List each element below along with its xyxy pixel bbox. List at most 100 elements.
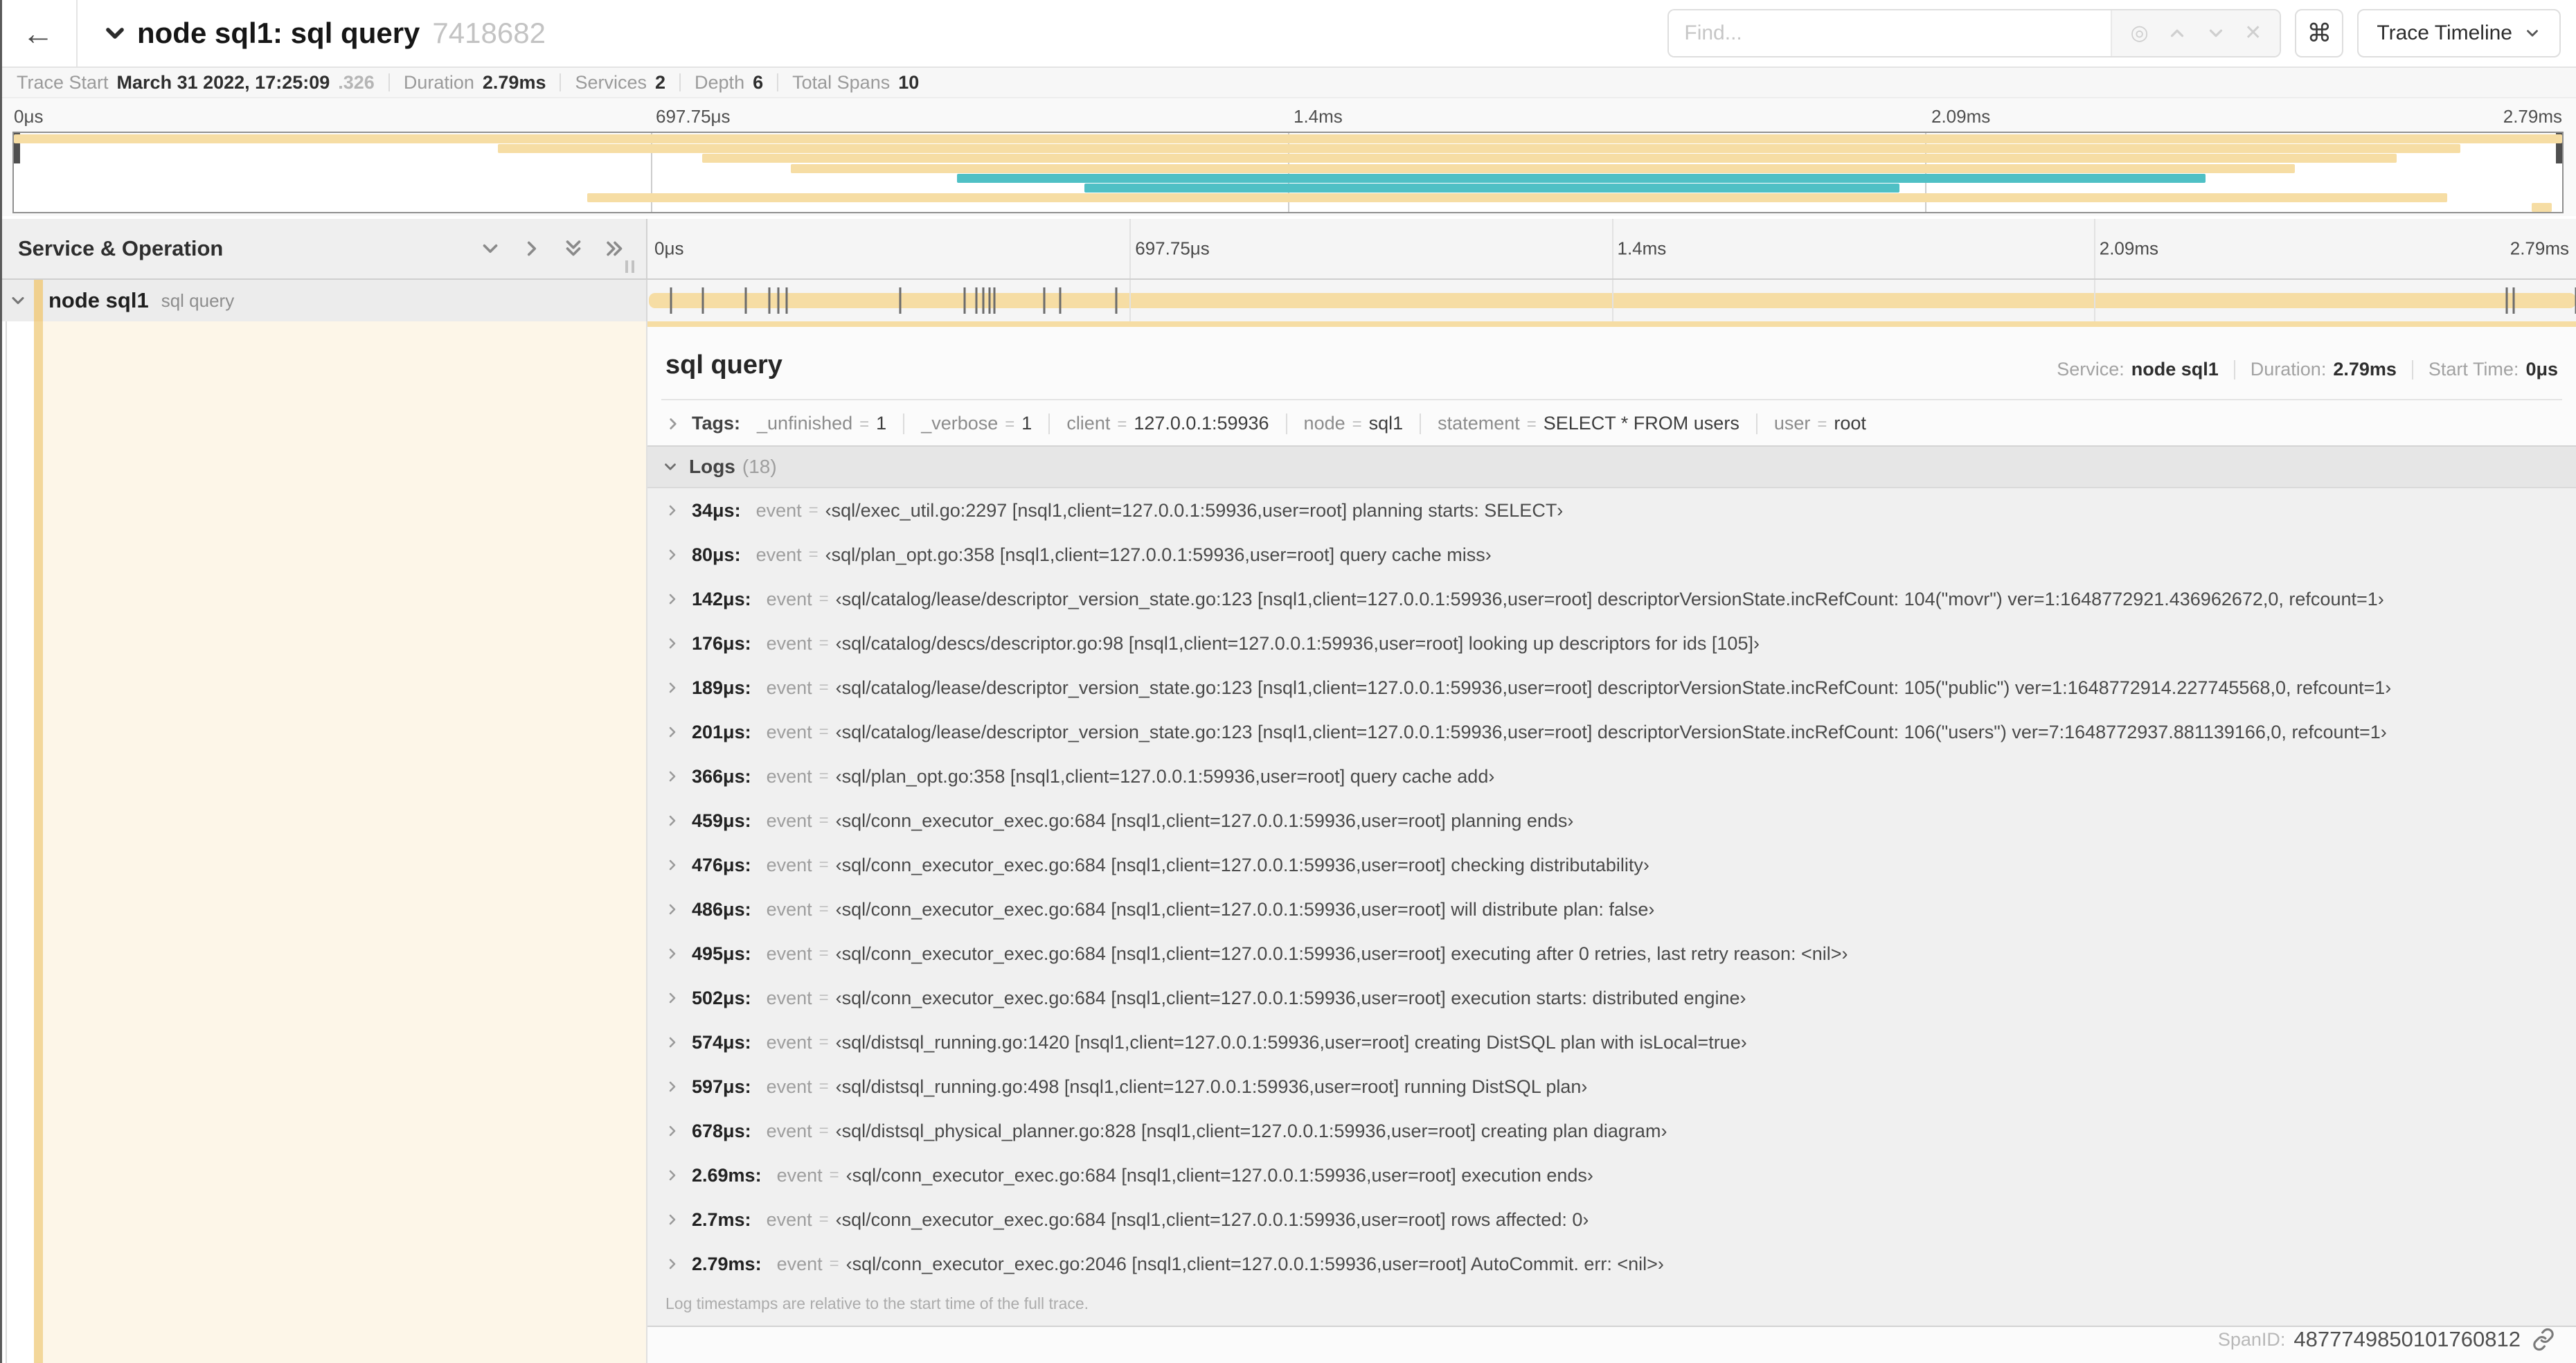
separator xyxy=(388,73,390,91)
log-row[interactable]: 201μs: event = ‹sql/catalog/lease/descripto… xyxy=(647,710,2576,754)
log-field-value: ‹sql/catalog/lease/descriptor_version_st… xyxy=(835,721,2387,742)
log-row[interactable]: 486μs: event = ‹sql/conn_executor_exec.go:6… xyxy=(647,887,2576,932)
span-service-name: node sql1 xyxy=(48,288,149,312)
tag-key: statement xyxy=(1438,413,1520,434)
log-field-key: event xyxy=(766,943,812,964)
log-marker-tick xyxy=(975,287,978,314)
log-timestamp: 459μs: xyxy=(692,810,751,831)
span-row-name-cell[interactable]: node sql1 sql query xyxy=(0,280,646,321)
detail-info-label: Duration: xyxy=(2250,359,2327,380)
timeline-minimap[interactable] xyxy=(12,132,2564,213)
trace-id: 7418682 xyxy=(432,17,546,49)
log-row[interactable]: 34μs: event = ‹sql/exec_util.go:2297 [nsql1… xyxy=(647,488,2576,533)
find-input[interactable] xyxy=(1669,10,2111,56)
locate-icon[interactable]: ◎ xyxy=(2131,23,2149,44)
log-row[interactable]: 2.79ms: event = ‹sql/conn_executor_exec.go:… xyxy=(647,1242,2576,1286)
log-row[interactable]: 678μs: event = ‹sql/distsql_physical_planne… xyxy=(647,1109,2576,1153)
back-button[interactable]: ← xyxy=(0,0,78,66)
log-timestamp: 176μs: xyxy=(692,632,751,654)
log-row[interactable]: 574μs: event = ‹sql/distsql_running.go:1420… xyxy=(647,1020,2576,1064)
meta-value: March 31 2022, 17:25:09 xyxy=(116,71,330,93)
column-resizer[interactable] xyxy=(625,260,634,273)
span-detail-panel: sql query Service: node sql1 Duration: 2.79… xyxy=(646,321,2576,1363)
ruler-tick-label: 0μs xyxy=(654,238,684,259)
log-marker-tick xyxy=(2505,287,2508,314)
link-icon[interactable] xyxy=(2532,1328,2555,1351)
log-timestamp: 189μs: xyxy=(692,677,751,698)
minimap-span-bar xyxy=(956,173,2206,183)
log-timestamp: 2.69ms: xyxy=(692,1164,762,1186)
find-prev-chevron-up-icon[interactable] xyxy=(2167,23,2188,44)
minimap-span-bar xyxy=(701,154,2397,163)
equals-sign: = xyxy=(819,1033,829,1051)
log-row[interactable]: 502μs: event = ‹sql/conn_executor_exec.go:6… xyxy=(647,976,2576,1020)
log-row[interactable]: 366μs: event = ‹sql/plan_opt.go:358 [nsql1,… xyxy=(647,754,2576,799)
equals-sign: = xyxy=(819,944,829,963)
clear-icon[interactable]: ✕ xyxy=(2244,23,2262,44)
ruler-tick-label: 1.4ms xyxy=(1294,106,1343,127)
tag-key: _verbose xyxy=(921,413,999,434)
separator xyxy=(679,73,681,91)
tag-key: user xyxy=(1773,413,1811,434)
tag-item: statement = SELECT * FROM users xyxy=(1438,413,1739,434)
chevron-right-icon xyxy=(669,1037,676,1048)
log-marker-tick xyxy=(2512,287,2515,314)
span-operation-name: sql query xyxy=(161,289,235,311)
span-collapse-chevron[interactable] xyxy=(8,291,28,310)
log-row[interactable]: 495μs: event = ‹sql/conn_executor_exec.go:6… xyxy=(647,932,2576,976)
chevron-down-icon xyxy=(665,463,676,470)
span-bar-cell[interactable] xyxy=(646,280,2576,321)
log-row[interactable]: 2.69ms: event = ‹sql/conn_executor_exec.go:… xyxy=(647,1153,2576,1197)
equals-sign: = xyxy=(829,1254,839,1273)
log-row[interactable]: 142μs: event = ‹sql/catalog/lease/descripto… xyxy=(647,577,2576,621)
ruler-tick-label: 0μs xyxy=(14,106,44,127)
log-row[interactable]: 459μs: event = ‹sql/conn_executor_exec.go:6… xyxy=(647,799,2576,843)
view-selector-label: Trace Timeline xyxy=(2377,21,2512,44)
expand-all-double-chevron-right-icon[interactable] xyxy=(603,237,627,260)
chevron-down-icon xyxy=(106,28,124,39)
collapse-one-chevron-down-icon[interactable] xyxy=(478,237,502,260)
log-timestamp: 142μs: xyxy=(692,588,751,609)
tags-label: Tags: xyxy=(692,413,741,434)
log-timestamp: 2.79ms: xyxy=(692,1253,762,1274)
minimap-span-bar xyxy=(1084,184,1900,193)
meta-item: Duration 2.79ms xyxy=(404,72,546,93)
span-row[interactable]: node sql1 sql query xyxy=(0,280,2576,321)
log-field-value: ‹sql/conn_executor_exec.go:684 [nsql1,cl… xyxy=(835,943,1848,964)
detail-left-column xyxy=(0,321,646,1363)
log-row[interactable]: 476μs: event = ‹sql/conn_executor_exec.go:6… xyxy=(647,843,2576,887)
log-timestamp: 597μs: xyxy=(692,1076,751,1097)
log-row[interactable]: 2.7ms: event = ‹sql/conn_executor_exec.go:6… xyxy=(647,1197,2576,1242)
log-field-key: event xyxy=(766,588,812,609)
equals-sign: = xyxy=(819,1121,829,1140)
chevron-right-icon xyxy=(669,1170,676,1181)
log-field-key: event xyxy=(766,1031,812,1053)
chevron-right-icon xyxy=(669,904,676,915)
chevron-right-icon xyxy=(669,948,676,959)
log-field-value: ‹sql/distsql_physical_planner.go:828 [ns… xyxy=(835,1120,1667,1141)
log-field-key: event xyxy=(766,632,812,654)
logs-label: Logs xyxy=(689,456,735,477)
equals-sign: = xyxy=(1117,415,1127,434)
view-selector-button[interactable]: Trace Timeline xyxy=(2357,9,2561,57)
logs-header[interactable]: Logs (18) xyxy=(647,447,2576,488)
collapse-all-double-chevron-down-icon[interactable] xyxy=(562,237,585,260)
meta-value: 2 xyxy=(655,71,666,93)
equals-sign: = xyxy=(819,988,829,1007)
log-row[interactable]: 176μs: event = ‹sql/catalog/descs/descripto… xyxy=(647,621,2576,666)
log-row[interactable]: 189μs: event = ‹sql/catalog/lease/descripto… xyxy=(647,666,2576,710)
expand-one-chevron-right-icon[interactable] xyxy=(520,237,544,260)
log-row[interactable]: 80μs: event = ‹sql/plan_opt.go:358 [nsql1,c… xyxy=(647,533,2576,577)
tags-row[interactable]: Tags: _unfinished = 1 _verbose = 1 client = 127.… xyxy=(647,400,2576,445)
tag-item: node = sql1 xyxy=(1304,413,1404,434)
tag-key: node xyxy=(1303,413,1345,434)
equals-sign: = xyxy=(1526,415,1537,434)
log-timestamp: 2.7ms: xyxy=(692,1209,751,1230)
keyboard-shortcuts-button[interactable]: ⌘ xyxy=(2295,9,2344,57)
log-field-key: event xyxy=(766,1120,812,1141)
log-row[interactable]: 597μs: event = ‹sql/distsql_running.go:498 … xyxy=(647,1064,2576,1109)
separator xyxy=(777,73,779,91)
find-next-chevron-down-icon[interactable] xyxy=(2206,23,2226,44)
ruler-tick-label: 2.79ms xyxy=(2510,238,2569,259)
trace-collapse-chevron[interactable] xyxy=(101,19,129,47)
